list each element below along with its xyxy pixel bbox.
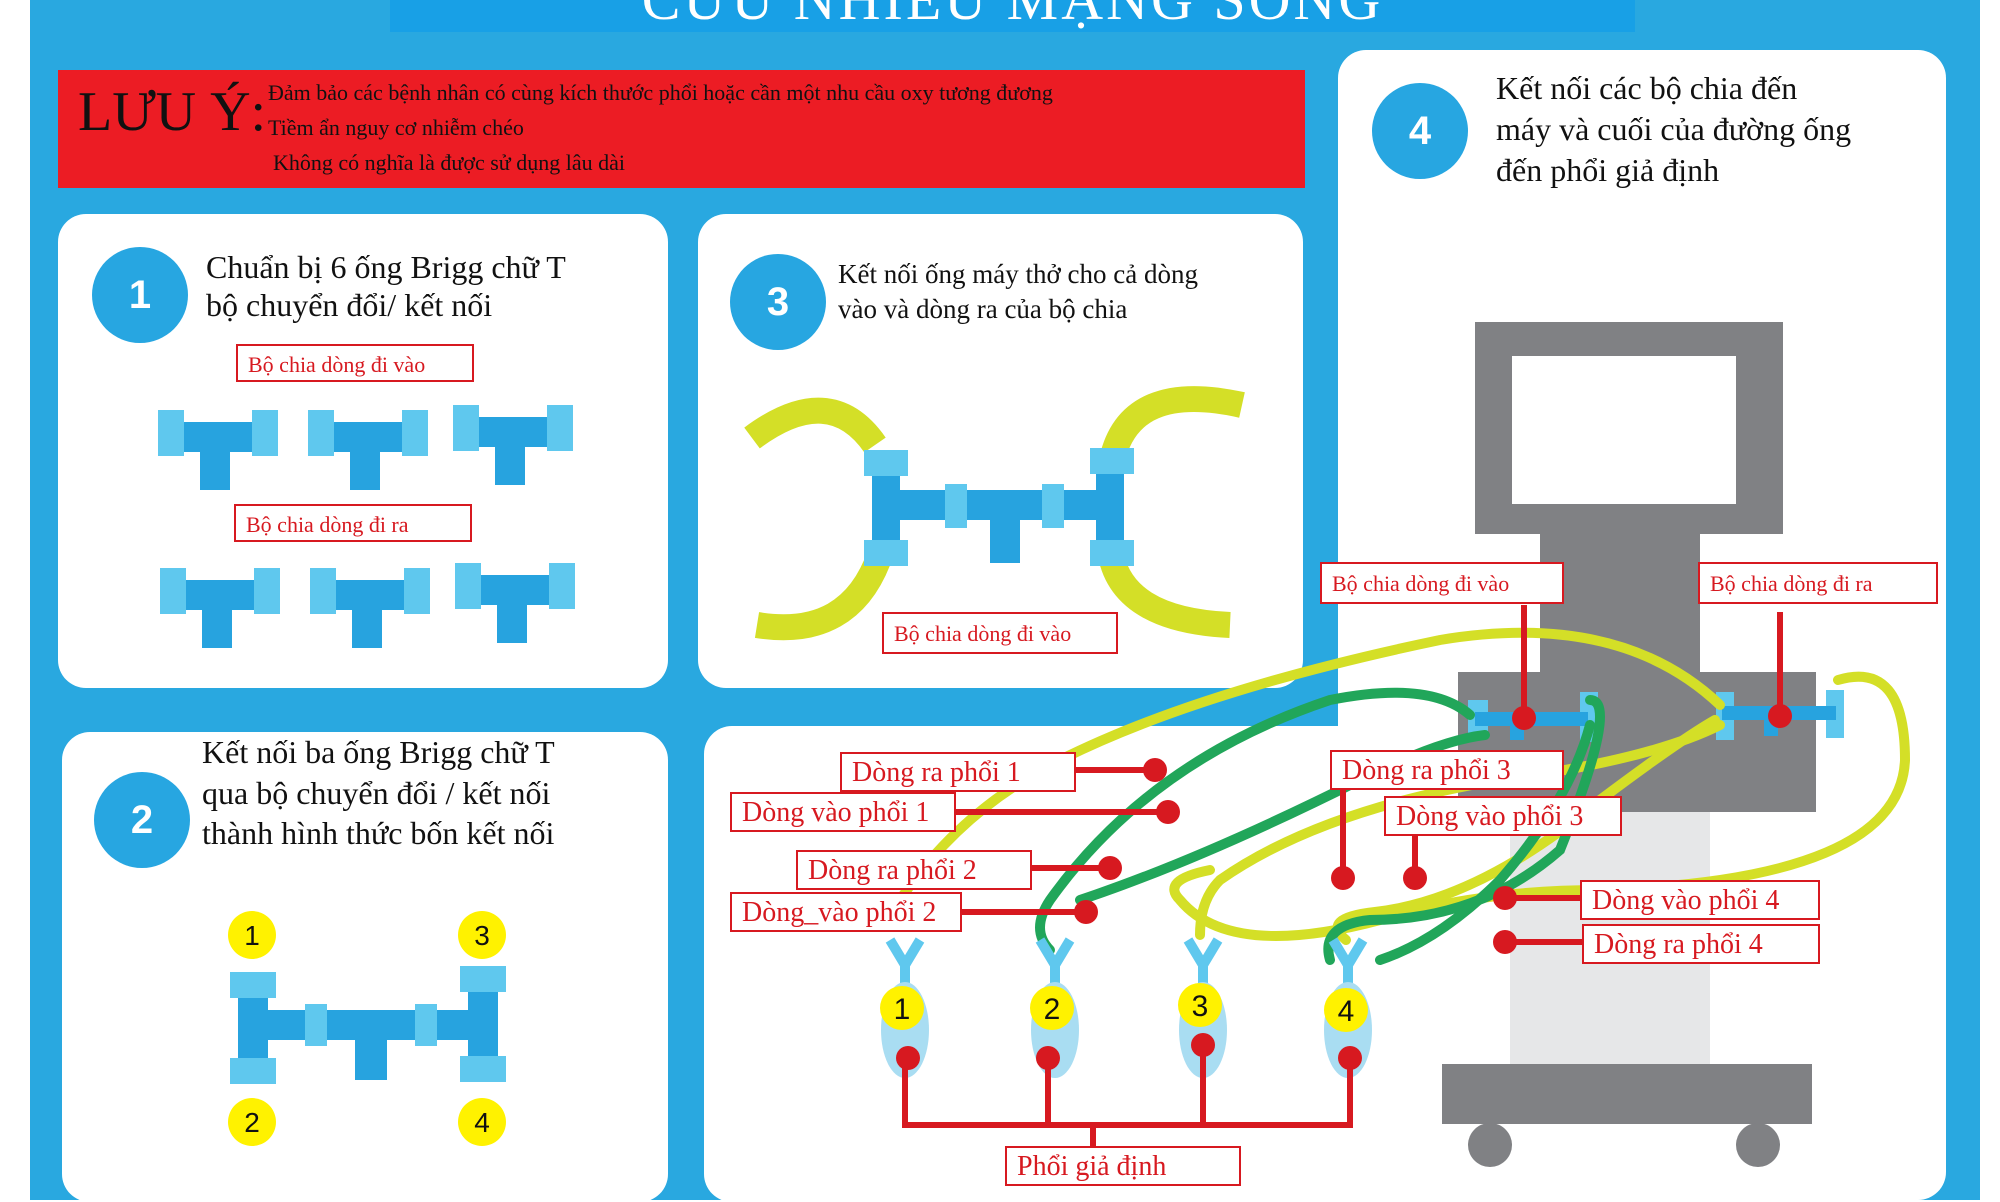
lung-4-number: 4 xyxy=(1338,995,1355,1028)
lung-1-number: 1 xyxy=(894,993,911,1026)
lung-3-outflow-label: Dòng ra phổi 3 xyxy=(1330,750,1564,790)
inflow-tee-pieces xyxy=(158,405,573,490)
machine-outflow-label: Bộ chia dòng đi ra xyxy=(1698,562,1938,604)
port-1-label: 1 xyxy=(244,920,260,951)
test-lungs xyxy=(880,937,1372,1078)
step-3-tube-assembly xyxy=(744,386,1245,641)
port-2-label: 2 xyxy=(244,1107,260,1138)
lung-3-inflow-label: Dòng vào phổi 3 xyxy=(1384,796,1622,836)
lung-3-number: 3 xyxy=(1192,990,1209,1023)
test-lung-label: Phổi giả định xyxy=(1005,1146,1241,1186)
lung-2-inflow-label: Dòng_vào phổi 2 xyxy=(730,892,962,932)
step-2-four-way-connector xyxy=(230,966,506,1084)
ventilator-machine xyxy=(1442,322,1816,1167)
port-4-label: 4 xyxy=(474,1107,490,1138)
lung-1-inflow-label: Dòng vào phổi 1 xyxy=(730,792,956,832)
machine-inflow-label: Bộ chia dòng đi vào xyxy=(1320,562,1564,604)
lung-2-number: 2 xyxy=(1044,993,1061,1026)
lung-2-outflow-label: Dòng ra phổi 2 xyxy=(796,850,1032,890)
lung-4-inflow-label: Dòng vào phổi 4 xyxy=(1580,880,1820,920)
lung-1-outflow-label: Dòng ra phổi 1 xyxy=(840,752,1076,792)
lung-4-outflow-label: Dòng ra phổi 4 xyxy=(1582,924,1820,964)
outflow-tee-pieces xyxy=(160,563,575,648)
port-3-label: 3 xyxy=(474,920,490,951)
